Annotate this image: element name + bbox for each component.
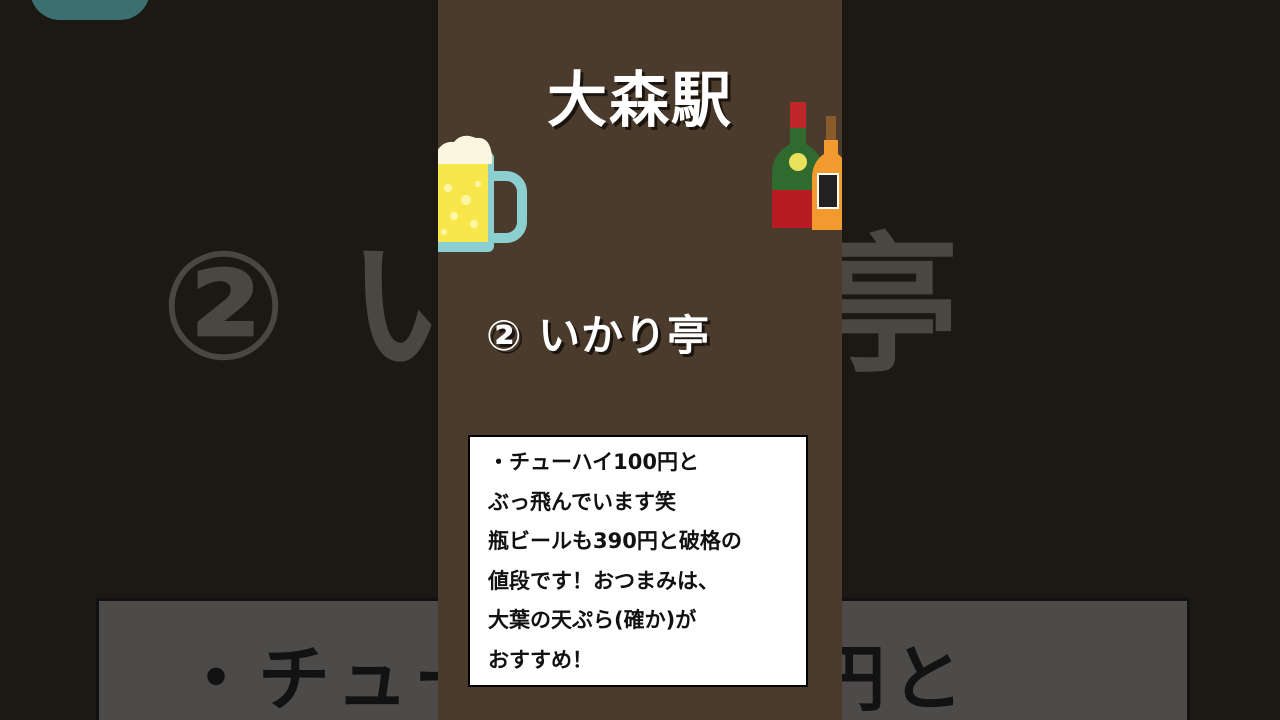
description-line: ぶっ飛んでいます笑: [488, 489, 676, 514]
description-line: 瓶ビールも390円と破格の: [488, 529, 742, 553]
description-box: ・チューハイ100円と ぶっ飛んでいます笑 瓶ビールも390円と破格の 値段です…: [468, 435, 808, 687]
liquor-bottles-icon: [772, 102, 842, 230]
description-line: おすすめ！: [488, 647, 593, 672]
description-line: 値段です！おつまみは、: [488, 568, 719, 593]
shop-title: ② いかり亭: [486, 311, 711, 360]
background-mug-shape: [30, 0, 150, 20]
description-line: 大葉の天ぷら(確か)が: [488, 608, 697, 632]
video-panel: 大森駅 ② いかり亭 ・チューハイ100円と ぶっ飛んでいます笑 瓶ビールも39…: [438, 0, 842, 720]
description-line: ・チューハイ100円と: [488, 450, 699, 474]
beer-mug-icon: [438, 135, 527, 252]
